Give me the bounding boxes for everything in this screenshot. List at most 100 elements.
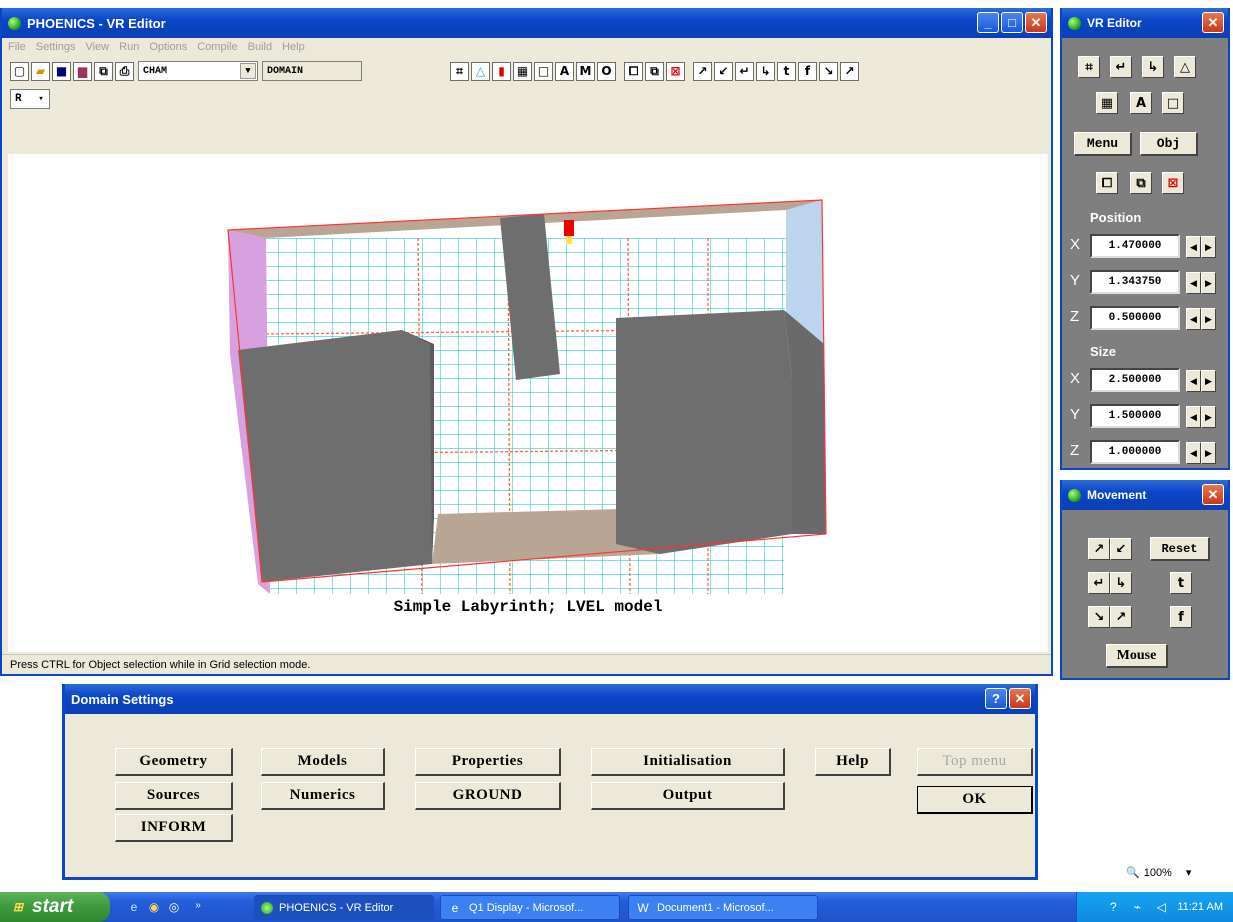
pan-right-icon[interactable]: ↗ — [840, 61, 859, 81]
menu-button[interactable]: Menu — [1074, 132, 1132, 156]
vr-editor-titlebar[interactable]: VR Editor ✕ — [1062, 8, 1228, 38]
size-x-spinner[interactable]: ◀ ▶ — [1186, 370, 1216, 392]
select-object-icon[interactable]: ⧠ — [1096, 172, 1118, 194]
geometry-button[interactable]: Geometry — [115, 748, 233, 776]
position-y-field[interactable]: 1.343750 — [1090, 270, 1180, 294]
chevron-down-icon[interactable]: ▾ — [34, 91, 48, 107]
3d-viewport[interactable]: Simple Labyrinth; LVEL model — [8, 154, 1048, 652]
mesh-toggle-icon[interactable]: ⌗ — [450, 61, 469, 81]
rotate-left-icon[interactable]: ↵ — [735, 61, 754, 81]
a-icon[interactable]: A — [555, 61, 574, 81]
minimize-button[interactable]: _ — [977, 12, 999, 33]
mesh-toggle-icon[interactable]: ⌗ — [1078, 56, 1100, 78]
task-document1[interactable]: W Document1 - Microsof... — [628, 895, 818, 920]
task-q1-display[interactable]: e Q1 Display - Microsof... — [440, 895, 620, 920]
sources-button[interactable]: Sources — [115, 782, 233, 810]
start-button[interactable]: ⊞ start — [0, 892, 110, 922]
top-menu-button[interactable]: Top menu — [917, 748, 1033, 776]
delete-object-icon[interactable]: ⊠ — [666, 61, 685, 81]
size-y-spinner[interactable]: ◀ ▶ — [1186, 406, 1216, 428]
reset-button[interactable]: Reset — [1150, 537, 1210, 561]
ground-button[interactable]: GROUND — [415, 782, 561, 810]
position-z-spinner[interactable]: ◀ ▶ — [1186, 308, 1216, 330]
wireframe-icon[interactable]: △ — [471, 61, 490, 81]
numerics-button[interactable]: Numerics — [261, 782, 385, 810]
menu-help[interactable]: Help — [282, 41, 305, 53]
inform-button[interactable]: INFORM — [115, 814, 233, 842]
volume-icon[interactable]: ◁ — [1153, 899, 1169, 915]
menu-settings[interactable]: Settings — [36, 41, 76, 53]
move-in-icon[interactable]: ↗ — [1088, 538, 1110, 560]
select-object-icon[interactable]: ⧠ — [624, 61, 643, 81]
initialisation-button[interactable]: Initialisation — [591, 748, 785, 776]
chevron-down-icon[interactable]: ▼ — [240, 63, 256, 79]
size-y-field[interactable]: 1.500000 — [1090, 404, 1180, 428]
size-x-field[interactable]: 2.500000 — [1090, 368, 1180, 392]
save-icon[interactable]: ■ — [52, 61, 71, 81]
media-player-icon[interactable]: ◉ — [146, 899, 162, 915]
delete-object-icon[interactable]: ⊠ — [1162, 172, 1184, 194]
rotate-down-icon[interactable]: f — [798, 61, 817, 81]
mouse-button[interactable]: Mouse — [1106, 644, 1168, 668]
dialog-close-button[interactable]: ✕ — [1009, 688, 1031, 709]
o-icon[interactable]: O — [597, 61, 616, 81]
menu-compile[interactable]: Compile — [197, 41, 237, 53]
network-icon[interactable]: ⌁ — [1129, 899, 1145, 915]
close-button[interactable]: ✕ — [1025, 12, 1047, 33]
probe-marker[interactable] — [564, 220, 574, 236]
position-z-field[interactable]: 0.500000 — [1090, 306, 1180, 330]
quicklaunch-icon[interactable]: ◎ — [166, 899, 182, 915]
clock[interactable]: 11:21 AM — [1177, 901, 1223, 913]
menu-view[interactable]: View — [85, 41, 109, 53]
menu-run[interactable]: Run — [119, 41, 139, 53]
menu-options[interactable]: Options — [149, 41, 187, 53]
movement-titlebar[interactable]: Movement ✕ — [1062, 480, 1228, 510]
size-z-spinner[interactable]: ◀ ▶ — [1186, 442, 1216, 464]
movement-close-button[interactable]: ✕ — [1202, 484, 1224, 505]
box-icon[interactable]: □ — [1162, 92, 1184, 114]
pan-left-icon[interactable]: ↘ — [819, 61, 838, 81]
pan-left-icon[interactable]: ↘ — [1088, 606, 1110, 628]
probe-icon[interactable]: ▮ — [492, 61, 511, 81]
box-icon[interactable]: □ — [534, 61, 553, 81]
grid-icon[interactable]: ▦ — [1096, 92, 1118, 114]
object-name-field[interactable]: DOMAIN — [262, 61, 362, 81]
internet-explorer-icon[interactable]: e — [126, 899, 142, 915]
position-x-field[interactable]: 1.470000 — [1090, 234, 1180, 258]
a-icon[interactable]: A — [1130, 92, 1152, 114]
position-x-spinner[interactable]: ◀ ▶ — [1186, 236, 1216, 258]
rotate-right-icon[interactable]: ↳ — [1110, 572, 1132, 594]
move-out-icon[interactable]: ↙ — [714, 61, 733, 81]
rotate-up-icon[interactable]: t — [777, 61, 796, 81]
rotate-right-icon[interactable]: ↳ — [1142, 56, 1164, 78]
rotate-right-icon[interactable]: ↳ — [756, 61, 775, 81]
rotate-left-icon[interactable]: ↵ — [1110, 56, 1132, 78]
output-button[interactable]: Output — [591, 782, 785, 810]
dialog-titlebar[interactable]: Domain Settings ? ✕ — [65, 684, 1035, 714]
help-tray-icon[interactable]: ? — [1105, 899, 1121, 915]
duplicate-object-icon[interactable]: ⧉ — [645, 61, 664, 81]
pan-right-icon[interactable]: ↗ — [1110, 606, 1132, 628]
grid-icon[interactable]: ▦ — [513, 61, 532, 81]
ok-button[interactable]: OK — [917, 786, 1033, 814]
render-mode-select[interactable]: R ▾ — [10, 89, 50, 109]
menu-build[interactable]: Build — [248, 41, 272, 53]
main-titlebar[interactable]: PHOENICS - VR Editor _ □ ✕ — [2, 8, 1051, 38]
chevron-down-icon[interactable]: ▾ — [1186, 866, 1192, 879]
new-file-icon[interactable]: ▢ — [10, 61, 29, 81]
menu-file[interactable]: File — [8, 41, 26, 53]
copy-icon[interactable]: ⧉ — [94, 61, 113, 81]
size-z-field[interactable]: 1.000000 — [1090, 440, 1180, 464]
rotate-up-icon[interactable]: t — [1170, 572, 1192, 594]
move-out-icon[interactable]: ↙ — [1110, 538, 1132, 560]
print-icon[interactable]: ⎙ — [115, 61, 134, 81]
obj-button[interactable]: Obj — [1140, 132, 1198, 156]
help-question-button[interactable]: ? — [985, 688, 1007, 709]
zoom-indicator[interactable]: 🔍 100% ▾ — [1126, 866, 1192, 880]
help-button[interactable]: Help — [815, 748, 891, 776]
vr-editor-close-button[interactable]: ✕ — [1202, 12, 1224, 33]
object-select[interactable]: CHAM ▼ — [138, 61, 258, 81]
rotate-left-icon[interactable]: ↵ — [1088, 572, 1110, 594]
duplicate-object-icon[interactable]: ⧉ — [1130, 172, 1152, 194]
properties-button[interactable]: Properties — [415, 748, 561, 776]
